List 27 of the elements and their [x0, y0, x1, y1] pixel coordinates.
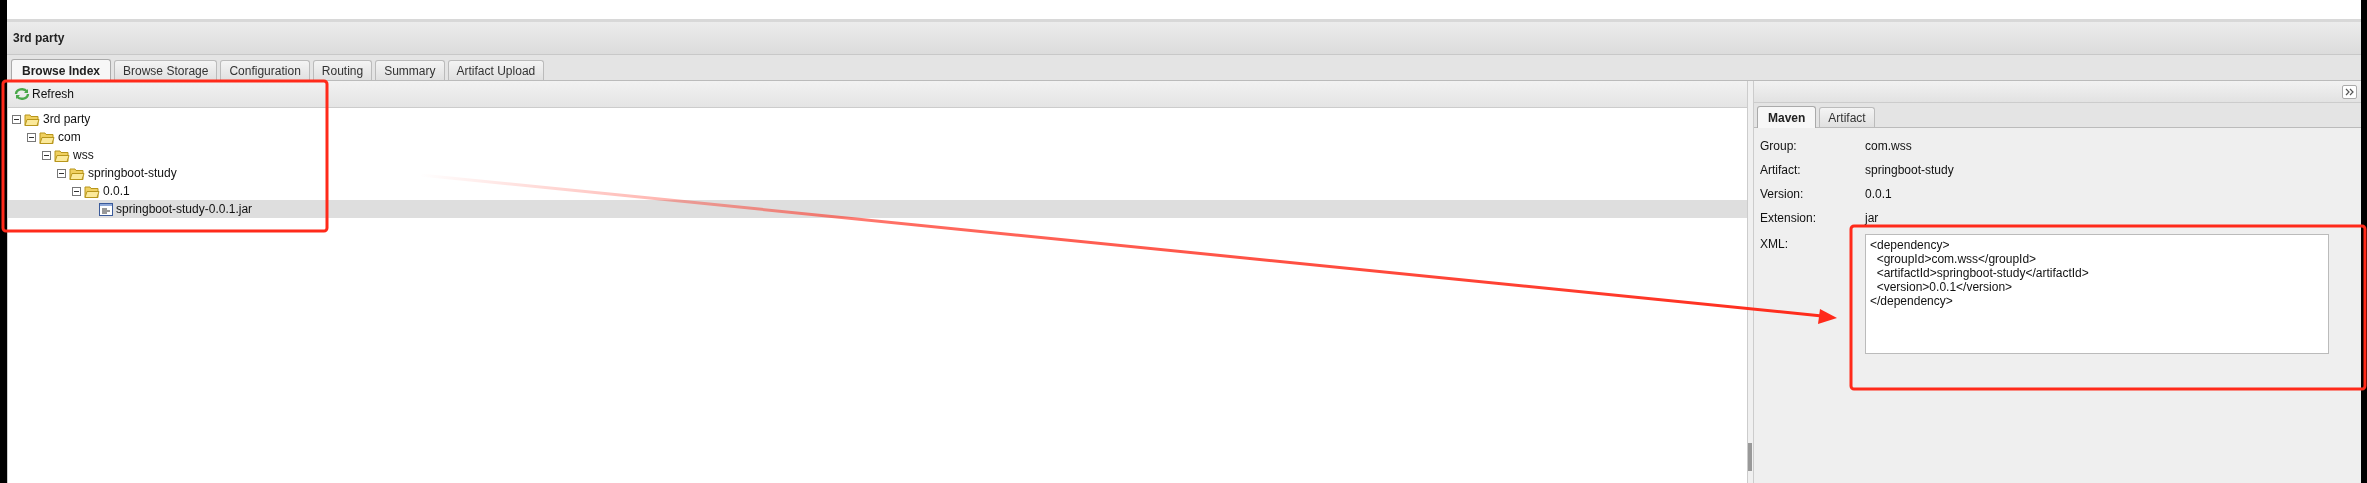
- tab[interactable]: Maven: [1757, 106, 1817, 128]
- tree-item[interactable]: com: [58, 128, 81, 146]
- tab[interactable]: Routing: [312, 60, 373, 80]
- field-value: 0.0.1: [1865, 186, 1892, 203]
- field-label: XML:: [1760, 236, 1789, 253]
- field-label: Artifact:: [1760, 162, 1802, 179]
- field-label: Version:: [1760, 186, 1805, 203]
- tree-item[interactable]: springboot-study: [88, 164, 177, 182]
- tab[interactable]: Configuration: [220, 60, 310, 80]
- selected-row[interactable]: springboot-study-0.0.1.jar: [8, 200, 1747, 218]
- refresh-button[interactable]: Refresh: [14, 85, 75, 103]
- field-label: Group:: [1760, 138, 1798, 155]
- field-value: jar: [1865, 210, 1879, 227]
- tree-item[interactable]: 0.0.1: [103, 182, 130, 200]
- field-value: com.wss: [1865, 138, 1912, 155]
- tree-item[interactable]: 3rd party: [43, 110, 91, 128]
- tab[interactable]: Browse Storage: [114, 60, 218, 80]
- field-label: Extension:: [1760, 210, 1818, 227]
- tab[interactable]: Browse Index: [11, 59, 112, 81]
- tree-item[interactable]: springboot-study-0.0.1.jar: [116, 200, 253, 218]
- tab[interactable]: Summary: [375, 60, 445, 80]
- tree-item[interactable]: wss: [73, 146, 94, 164]
- panel-title: 3rd party: [13, 30, 65, 47]
- tab[interactable]: Artifact: [1819, 107, 1875, 127]
- xml-field[interactable]: <dependency> <groupId>com.wss</groupId> <artifactId>springboot-study</artifactId> <version>0.0.1</version> </dependency>: [1865, 234, 2329, 354]
- tab[interactable]: Artifact Upload: [447, 60, 545, 80]
- field-value: springboot-study: [1865, 162, 1954, 179]
